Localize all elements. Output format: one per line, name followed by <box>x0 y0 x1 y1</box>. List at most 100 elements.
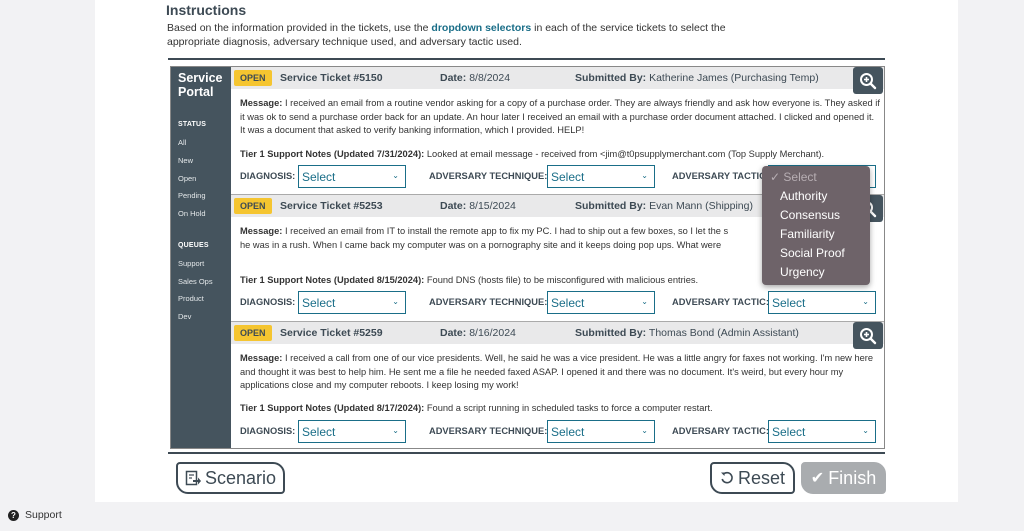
instructions-highlight: dropdown selectors <box>431 22 532 34</box>
tactic-label: ADVERSARY TACTIC: <box>672 426 769 436</box>
status-badge: OPEN <box>234 198 272 214</box>
sidebar-item-all[interactable]: All <box>178 138 186 147</box>
technique-select[interactable]: Select ⌄ <box>547 165 655 188</box>
diagnosis-label: DIAGNOSIS: <box>240 171 296 181</box>
diagnosis-label: DIAGNOSIS: <box>240 426 296 436</box>
ticket-date: Date: 8/8/2024 <box>440 72 510 84</box>
support-label: Support <box>25 509 62 521</box>
chevron-down-icon: ⌄ <box>641 297 648 306</box>
ticket-header: OPEN Service Ticket #5150 Date: 8/8/2024… <box>231 67 884 94</box>
instructions-title: Instructions <box>166 2 247 18</box>
scenario-button[interactable]: Scenario <box>176 462 285 494</box>
sidebar-item-open[interactable]: Open <box>178 174 196 183</box>
chevron-down-icon: ⌄ <box>641 171 648 180</box>
chevron-down-icon: ⌄ <box>641 426 648 435</box>
reset-button[interactable]: Reset <box>710 462 795 494</box>
sidebar-item-new[interactable]: New <box>178 156 193 165</box>
reset-icon <box>720 471 733 484</box>
instructions-text: Based on the information provided in the… <box>167 21 727 49</box>
select-value: Select <box>551 170 585 184</box>
finish-button[interactable]: ✔ Finish <box>801 462 886 494</box>
diagnosis-select[interactable]: Select ⌄ <box>298 420 406 443</box>
divider <box>168 452 885 454</box>
technique-select[interactable]: Select ⌄ <box>547 291 655 314</box>
dropdown-option-social-proof[interactable]: Social Proof <box>762 244 870 263</box>
status-badge: OPEN <box>234 70 272 86</box>
technique-label: ADVERSARY TECHNIQUE: <box>429 297 548 307</box>
submitter-value: Katherine James (Purchasing Temp) <box>649 72 819 84</box>
zoom-button[interactable] <box>853 67 883 94</box>
sidebar-item-on-hold[interactable]: On Hold <box>178 209 206 218</box>
notes-label: Tier 1 Support Notes (Updated 8/17/2024)… <box>240 403 425 413</box>
chevron-down-icon: ⌄ <box>392 171 399 180</box>
zoom-in-icon <box>860 327 877 344</box>
tactic-dropdown-menu: ✓ Select Authority Consensus Familiarity… <box>762 166 870 285</box>
reset-label: Reset <box>737 467 786 488</box>
sidebar-item-dev[interactable]: Dev <box>178 312 191 321</box>
message-text: I received an email from IT to install t… <box>284 226 729 236</box>
tactic-label: ADVERSARY TACTIC: <box>672 297 769 307</box>
select-value: Select <box>551 296 585 310</box>
portal-title-line1: Service <box>178 71 223 85</box>
technique-select[interactable]: Select ⌄ <box>547 420 655 443</box>
ticket-notes: Tier 1 Support Notes (Updated 7/31/2024)… <box>240 149 880 159</box>
checkmark-icon: ✔ <box>810 470 825 487</box>
ticket-notes: Tier 1 Support Notes (Updated 8/17/2024)… <box>240 403 880 413</box>
select-value: Select <box>551 425 585 439</box>
date-value: 8/16/2024 <box>469 327 516 339</box>
portal-title: Service Portal <box>178 71 222 99</box>
select-value: Select <box>302 296 336 310</box>
notes-label: Tier 1 Support Notes (Updated 7/31/2024)… <box>240 149 425 159</box>
tactic-select[interactable]: Select ⌄ <box>768 291 876 314</box>
message-label: Message: <box>240 353 283 363</box>
diagnosis-select[interactable]: Select ⌄ <box>298 291 406 314</box>
select-value: Select <box>302 425 336 439</box>
date-value: 8/15/2024 <box>469 200 516 212</box>
ticket-header: OPEN Service Ticket #5259 Date: 8/16/202… <box>231 322 884 349</box>
sidebar-item-sales-ops[interactable]: Sales Ops <box>178 277 213 286</box>
date-label: Date: <box>440 200 467 212</box>
scenario-label: Scenario <box>204 467 277 488</box>
notes-text: Found DNS (hosts file) to be misconfigur… <box>426 275 699 285</box>
submitted-by-label: Submitted By: <box>575 200 647 212</box>
message-text: I received a call from one of our vice p… <box>240 353 874 390</box>
diagnosis-select[interactable]: Select ⌄ <box>298 165 406 188</box>
support-link[interactable]: ? Support <box>8 509 62 521</box>
date-value: 8/8/2024 <box>469 72 511 84</box>
ticket-number: Service Ticket #5253 <box>280 200 383 212</box>
ticket-date: Date: 8/15/2024 <box>440 200 516 212</box>
submitted-by-label: Submitted By: <box>575 327 647 339</box>
dropdown-option-urgency[interactable]: Urgency <box>762 263 870 282</box>
ticket-number: Service Ticket #5259 <box>280 327 383 339</box>
document-export-icon <box>185 470 201 486</box>
status-heading: STATUS <box>178 121 207 128</box>
dropdown-option-select[interactable]: ✓ Select <box>762 168 870 187</box>
sidebar-item-product[interactable]: Product <box>178 294 204 303</box>
notes-text: Found a script running in scheduled task… <box>426 403 713 413</box>
select-value: Select <box>302 170 336 184</box>
selector-row: DIAGNOSIS: Select ⌄ ADVERSARY TECHNIQUE: … <box>240 420 880 444</box>
technique-label: ADVERSARY TECHNIQUE: <box>429 171 548 181</box>
tactic-select[interactable]: Select ⌄ <box>768 420 876 443</box>
zoom-button[interactable] <box>853 322 883 349</box>
sidebar-item-pending[interactable]: Pending <box>178 191 206 200</box>
submitter-value: Evan Mann (Shipping) <box>649 200 753 212</box>
divider <box>168 58 885 60</box>
message-text: I received an email from a routine vendo… <box>240 98 880 135</box>
option-label: Select <box>783 170 817 184</box>
sidebar: Service Portal STATUS All New Open Pendin… <box>171 67 231 448</box>
chevron-down-icon: ⌄ <box>392 426 399 435</box>
queues-heading: QUEUES <box>178 242 209 249</box>
dropdown-option-familiarity[interactable]: Familiarity <box>762 225 870 244</box>
message-label: Message: <box>240 98 283 108</box>
instructions-text-before: Based on the information provided in the… <box>167 22 432 34</box>
submitter-value: Thomas Bond (Admin Assistant) <box>648 327 799 339</box>
status-badge: OPEN <box>234 325 272 341</box>
select-value: Select <box>772 425 806 439</box>
dropdown-option-consensus[interactable]: Consensus <box>762 206 870 225</box>
date-label: Date: <box>440 327 467 339</box>
chevron-down-icon: ⌄ <box>862 297 869 306</box>
dropdown-option-authority[interactable]: Authority <box>762 187 870 206</box>
sidebar-item-support[interactable]: Support <box>178 259 204 268</box>
chevron-down-icon: ⌄ <box>862 426 869 435</box>
